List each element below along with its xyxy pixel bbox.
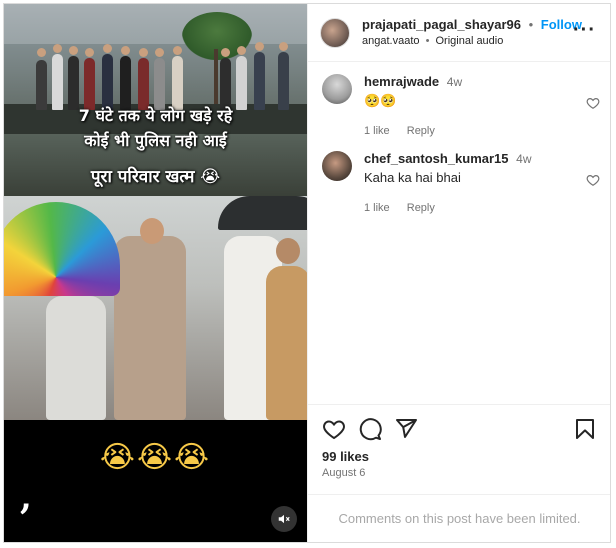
bookmark-icon[interactable] [573, 417, 597, 441]
post-date[interactable]: August 6 [322, 467, 365, 479]
original-audio-link[interactable]: Original audio [435, 35, 503, 47]
separator-dot: • [528, 16, 534, 32]
avatar[interactable] [320, 17, 350, 48]
post-sidebar: prajapati_pagal_shayar96 • Follow angat.… [307, 4, 610, 542]
dark-umbrella [218, 196, 307, 230]
audio-user-link[interactable]: angat.vaato [362, 35, 420, 47]
media-middle-panel [4, 196, 307, 420]
avatar[interactable] [322, 74, 352, 104]
comment-text: Kaha ka hai bhai [364, 170, 461, 185]
comma-glyph: , [20, 478, 32, 518]
post-actions: 99 likes August 6 [308, 404, 610, 494]
crying-emojis: 😭😭😭 [99, 440, 212, 475]
comment-item: hemrajwade 4w 🥺🥺 1 like Reply [322, 74, 600, 139]
avatar[interactable] [322, 151, 352, 181]
video-caption-line-3: पूरा परिवार खत्म 😭 [90, 167, 221, 187]
post-dialog: 7 घंटे तक ये लोग खड़े रहे कोई भी पुलिस न… [3, 3, 611, 543]
likes-count[interactable]: 99 likes [322, 449, 369, 464]
author-username[interactable]: prajapati_pagal_shayar96 [362, 17, 521, 32]
comments-limited-notice: Comments on this post have been limited. [308, 494, 610, 542]
rainbow-umbrella [4, 202, 120, 296]
comment-time[interactable]: 4w [447, 75, 462, 89]
comment-icon[interactable] [358, 417, 382, 441]
comment-username[interactable]: hemrajwade [364, 74, 439, 89]
reply-button[interactable]: Reply [407, 125, 435, 137]
comment-likes-count[interactable]: 1 like [364, 125, 390, 137]
mute-button[interactable] [271, 506, 297, 532]
video-caption-line-1: 7 घंटे तक ये लोग खड़े रहे [78, 106, 233, 125]
muted-speaker-icon [278, 514, 290, 524]
post-media[interactable]: 7 घंटे तक ये लोग खड़े रहे कोई भी पुलिस न… [4, 4, 307, 542]
heart-icon[interactable] [586, 96, 600, 110]
people-group [32, 42, 302, 110]
heart-icon[interactable] [586, 173, 600, 187]
comment-username[interactable]: chef_santosh_kumar15 [364, 151, 509, 166]
media-bottom-panel: 😭😭😭 , [4, 420, 307, 542]
comment-time[interactable]: 4w [516, 152, 531, 166]
media-top-panel: 7 घंटे तक ये लोग खड़े रहे कोई भी पुलिस न… [4, 4, 307, 196]
comment-text: 🥺🥺 [364, 93, 397, 108]
reply-button[interactable]: Reply [407, 202, 435, 214]
separator-dot: • [425, 34, 430, 47]
share-icon[interactable] [394, 417, 418, 441]
post-header: prajapati_pagal_shayar96 • Follow angat.… [308, 4, 610, 62]
comment-likes-count[interactable]: 1 like [364, 202, 390, 214]
like-heart-icon[interactable] [322, 417, 346, 441]
comment-item: chef_santosh_kumar15 4w Kaha ka hai bhai… [322, 151, 600, 216]
video-caption-line-2: कोई भी पुलिस नही आई [84, 131, 227, 150]
more-options-icon[interactable]: ··· [573, 20, 596, 40]
